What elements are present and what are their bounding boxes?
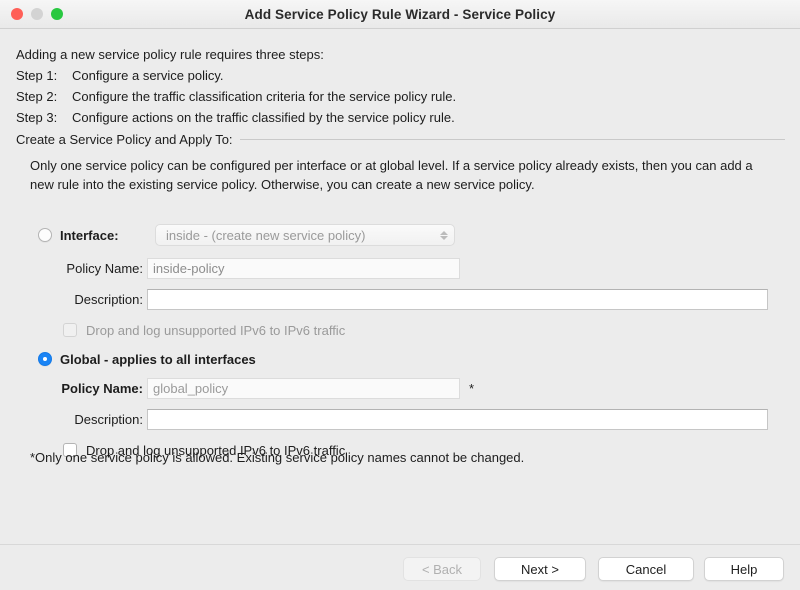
interface-select[interactable]: inside - (create new service policy) — [155, 224, 455, 246]
chevron-updown-icon — [440, 231, 448, 240]
global-policy-name-label: Policy Name: — [55, 381, 143, 396]
interface-radio[interactable] — [38, 228, 52, 242]
cancel-button[interactable]: Cancel — [598, 557, 694, 581]
interface-ipv6-checkbox[interactable] — [63, 323, 77, 337]
global-radio-label: Global - applies to all interfaces — [60, 352, 256, 367]
close-button[interactable] — [11, 8, 23, 20]
global-description-label-wrap: Description: — [55, 408, 143, 430]
zoom-button[interactable] — [51, 8, 63, 20]
interface-description-input[interactable] — [147, 289, 768, 310]
window-title: Add Service Policy Rule Wizard - Service… — [0, 7, 800, 22]
interface-select-value: inside - (create new service policy) — [166, 228, 440, 243]
footnote-text: *Only one service policy is allowed. Exi… — [30, 450, 524, 465]
step-3-key: Step 3: — [16, 107, 72, 128]
intro-step-1: Step 1: Configure a service policy. — [16, 65, 776, 86]
intro-step-2: Step 2: Configure the traffic classifica… — [16, 86, 776, 107]
back-button[interactable]: < Back — [403, 557, 481, 581]
dialog-window: Add Service Policy Rule Wizard - Service… — [0, 0, 800, 590]
help-button[interactable]: Help — [704, 557, 784, 581]
step-2-text: Configure the traffic classification cri… — [72, 86, 456, 107]
interface-description-field-wrap[interactable] — [147, 288, 768, 310]
footer-bar: < Back Next > Cancel Help — [0, 545, 800, 590]
global-policy-name-field-wrap[interactable]: global_policy * — [147, 377, 474, 399]
step-1-text: Configure a service policy. — [72, 65, 224, 86]
global-description-field-wrap[interactable] — [147, 408, 768, 430]
interface-policy-name-input[interactable]: inside-policy — [147, 258, 460, 279]
interface-ipv6-checkbox-row[interactable]: Drop and log unsupported IPv6 to IPv6 tr… — [63, 319, 345, 341]
interface-radio-label: Interface: — [60, 228, 119, 243]
interface-dropdown-wrap[interactable]: inside - (create new service policy) — [155, 224, 455, 246]
intro-heading: Adding a new service policy rule require… — [16, 44, 776, 65]
step-1-key: Step 1: — [16, 65, 72, 86]
global-policy-name-input[interactable]: global_policy — [147, 378, 460, 399]
window-controls — [11, 0, 63, 28]
interface-ipv6-checkbox-label: Drop and log unsupported IPv6 to IPv6 tr… — [86, 323, 345, 338]
intro-block: Adding a new service policy rule require… — [16, 44, 776, 128]
global-description-input[interactable] — [147, 409, 768, 430]
interface-policy-name-label-wrap: Policy Name: — [55, 257, 143, 279]
minimize-button[interactable] — [31, 8, 43, 20]
title-bar: Add Service Policy Rule Wizard - Service… — [0, 0, 800, 29]
global-radio-row[interactable]: Global - applies to all interfaces — [38, 348, 256, 370]
interface-description-label: Description: — [55, 292, 143, 307]
intro-step-3: Step 3: Configure actions on the traffic… — [16, 107, 776, 128]
group-description: Only one service policy can be configure… — [30, 156, 775, 194]
interface-description-label-wrap: Description: — [55, 288, 143, 310]
global-description-label: Description: — [55, 412, 143, 427]
global-radio[interactable] — [38, 352, 52, 366]
interface-policy-name-field-wrap[interactable]: inside-policy — [147, 257, 460, 279]
step-3-text: Configure actions on the traffic classif… — [72, 107, 455, 128]
group-separator — [240, 139, 785, 140]
dialog-body: Adding a new service policy rule require… — [0, 28, 800, 544]
group-title: Create a Service Policy and Apply To: — [16, 132, 240, 147]
step-2-key: Step 2: — [16, 86, 72, 107]
interface-radio-row[interactable]: Interface: — [38, 224, 119, 246]
group-header: Create a Service Policy and Apply To: — [16, 132, 785, 147]
interface-policy-name-label: Policy Name: — [55, 261, 143, 276]
global-policy-name-required-marker: * — [469, 381, 474, 396]
next-button[interactable]: Next > — [494, 557, 586, 581]
global-policy-name-label-wrap: Policy Name: — [55, 377, 143, 399]
